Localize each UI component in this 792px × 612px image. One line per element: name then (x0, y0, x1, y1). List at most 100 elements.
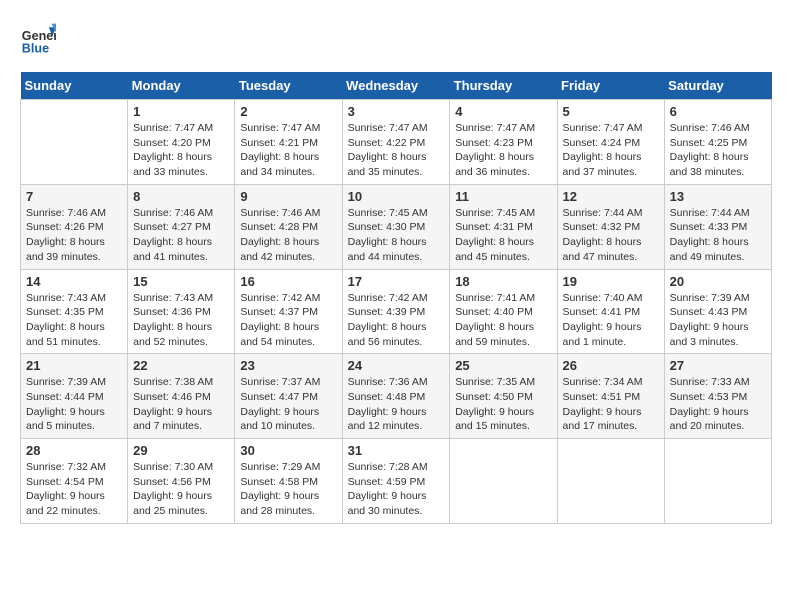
calendar-week-row: 21Sunrise: 7:39 AM Sunset: 4:44 PM Dayli… (21, 354, 772, 439)
day-number: 5 (563, 104, 659, 119)
calendar-cell: 20 Sunrise: 7:39 AM Sunset: 4:43 PM Dayli… (664, 269, 771, 354)
column-header-monday: Monday (128, 72, 235, 100)
day-info: Sunrise: 7:45 AM Sunset: 4:30 PM Dayligh… (348, 206, 445, 265)
day-info: Sunrise: 7:47 AM Sunset: 4:22 PM Dayligh… (348, 121, 445, 180)
day-number: 8 (133, 189, 229, 204)
logo-icon: General Blue (20, 20, 56, 56)
calendar-cell: 24 Sunrise: 7:36 AM Sunset: 4:48 PM Dayli… (342, 354, 450, 439)
column-header-tuesday: Tuesday (235, 72, 342, 100)
day-info: Sunrise: 7:37 AM Sunset: 4:47 PM Dayligh… (240, 375, 336, 434)
day-number: 14 (26, 274, 122, 289)
calendar-cell: 15Sunrise: 7:43 AM Sunset: 4:36 PM Dayli… (128, 269, 235, 354)
calendar-cell: 8Sunrise: 7:46 AM Sunset: 4:27 PM Daylig… (128, 184, 235, 269)
calendar-cell: 4Sunrise: 7:47 AM Sunset: 4:23 PM Daylig… (450, 100, 557, 185)
day-number: 29 (133, 443, 229, 458)
calendar-cell: 19Sunrise: 7:40 AM Sunset: 4:41 PM Dayli… (557, 269, 664, 354)
day-info: Sunrise: 7:46 AM Sunset: 4:26 PM Dayligh… (26, 206, 122, 265)
calendar-cell (450, 439, 557, 524)
calendar-cell: 23 Sunrise: 7:37 AM Sunset: 4:47 PM Dayli… (235, 354, 342, 439)
calendar-cell: 6Sunrise: 7:46 AM Sunset: 4:25 PM Daylig… (664, 100, 771, 185)
calendar-cell: 11Sunrise: 7:45 AM Sunset: 4:31 PM Dayli… (450, 184, 557, 269)
day-info: Sunrise: 7:44 AM Sunset: 4:33 PM Dayligh… (670, 206, 766, 265)
day-info: Sunrise: 7:39 AM Sunset: 4:44 PM Dayligh… (26, 375, 122, 434)
calendar-cell (557, 439, 664, 524)
column-header-sunday: Sunday (21, 72, 128, 100)
day-info: Sunrise: 7:33 AM Sunset: 4:53 PM Dayligh… (670, 375, 766, 434)
day-info: Sunrise: 7:30 AM Sunset: 4:56 PM Dayligh… (133, 460, 229, 519)
column-header-saturday: Saturday (664, 72, 771, 100)
calendar-cell: 28 Sunrise: 7:32 AM Sunset: 4:54 PM Dayli… (21, 439, 128, 524)
day-number: 11 (455, 189, 551, 204)
calendar-cell: 5 Sunrise: 7:47 AM Sunset: 4:24 PM Daylig… (557, 100, 664, 185)
calendar-cell: 1 Sunrise: 7:47 AM Sunset: 4:20 PM Daylig… (128, 100, 235, 185)
day-number: 28 (26, 443, 122, 458)
calendar-cell (664, 439, 771, 524)
calendar-cell: 17 Sunrise: 7:42 AM Sunset: 4:39 PM Dayli… (342, 269, 450, 354)
day-info: Sunrise: 7:38 AM Sunset: 4:46 PM Dayligh… (133, 375, 229, 434)
calendar-week-row: 1 Sunrise: 7:47 AM Sunset: 4:20 PM Daylig… (21, 100, 772, 185)
day-number: 1 (133, 104, 229, 119)
day-info: Sunrise: 7:46 AM Sunset: 4:28 PM Dayligh… (240, 206, 336, 265)
day-info: Sunrise: 7:42 AM Sunset: 4:37 PM Dayligh… (240, 291, 336, 350)
day-number: 16 (240, 274, 336, 289)
day-number: 17 (348, 274, 445, 289)
column-header-thursday: Thursday (450, 72, 557, 100)
day-info: Sunrise: 7:39 AM Sunset: 4:43 PM Dayligh… (670, 291, 766, 350)
calendar-cell: 14 Sunrise: 7:43 AM Sunset: 4:35 PM Dayli… (21, 269, 128, 354)
calendar-cell: 9 Sunrise: 7:46 AM Sunset: 4:28 PM Daylig… (235, 184, 342, 269)
day-info: Sunrise: 7:44 AM Sunset: 4:32 PM Dayligh… (563, 206, 659, 265)
day-number: 20 (670, 274, 766, 289)
calendar-cell: 25Sunrise: 7:35 AM Sunset: 4:50 PM Dayli… (450, 354, 557, 439)
calendar-cell: 27Sunrise: 7:33 AM Sunset: 4:53 PM Dayli… (664, 354, 771, 439)
calendar-header-row: SundayMondayTuesdayWednesdayThursdayFrid… (21, 72, 772, 100)
day-info: Sunrise: 7:36 AM Sunset: 4:48 PM Dayligh… (348, 375, 445, 434)
day-number: 3 (348, 104, 445, 119)
day-number: 7 (26, 189, 122, 204)
day-number: 12 (563, 189, 659, 204)
calendar-cell (21, 100, 128, 185)
day-number: 30 (240, 443, 336, 458)
day-number: 10 (348, 189, 445, 204)
calendar-cell: 2 Sunrise: 7:47 AM Sunset: 4:21 PM Daylig… (235, 100, 342, 185)
day-number: 25 (455, 358, 551, 373)
svg-text:Blue: Blue (22, 41, 49, 55)
day-number: 22 (133, 358, 229, 373)
day-info: Sunrise: 7:46 AM Sunset: 4:25 PM Dayligh… (670, 121, 766, 180)
day-number: 2 (240, 104, 336, 119)
day-number: 23 (240, 358, 336, 373)
day-number: 9 (240, 189, 336, 204)
day-info: Sunrise: 7:41 AM Sunset: 4:40 PM Dayligh… (455, 291, 551, 350)
day-number: 26 (563, 358, 659, 373)
calendar-week-row: 14 Sunrise: 7:43 AM Sunset: 4:35 PM Dayli… (21, 269, 772, 354)
calendar-cell: 13 Sunrise: 7:44 AM Sunset: 4:33 PM Dayli… (664, 184, 771, 269)
day-info: Sunrise: 7:28 AM Sunset: 4:59 PM Dayligh… (348, 460, 445, 519)
day-info: Sunrise: 7:43 AM Sunset: 4:36 PM Dayligh… (133, 291, 229, 350)
calendar-table: SundayMondayTuesdayWednesdayThursdayFrid… (20, 72, 772, 524)
calendar-cell: 10 Sunrise: 7:45 AM Sunset: 4:30 PM Dayli… (342, 184, 450, 269)
day-info: Sunrise: 7:47 AM Sunset: 4:21 PM Dayligh… (240, 121, 336, 180)
calendar-cell: 12 Sunrise: 7:44 AM Sunset: 4:32 PM Dayli… (557, 184, 664, 269)
day-info: Sunrise: 7:40 AM Sunset: 4:41 PM Dayligh… (563, 291, 659, 350)
day-number: 24 (348, 358, 445, 373)
day-number: 13 (670, 189, 766, 204)
calendar-cell: 29 Sunrise: 7:30 AM Sunset: 4:56 PM Dayli… (128, 439, 235, 524)
day-info: Sunrise: 7:47 AM Sunset: 4:24 PM Dayligh… (563, 121, 659, 180)
day-info: Sunrise: 7:47 AM Sunset: 4:20 PM Dayligh… (133, 121, 229, 180)
day-info: Sunrise: 7:42 AM Sunset: 4:39 PM Dayligh… (348, 291, 445, 350)
day-info: Sunrise: 7:47 AM Sunset: 4:23 PM Dayligh… (455, 121, 551, 180)
calendar-cell: 21Sunrise: 7:39 AM Sunset: 4:44 PM Dayli… (21, 354, 128, 439)
calendar-cell: 7 Sunrise: 7:46 AM Sunset: 4:26 PM Daylig… (21, 184, 128, 269)
calendar-week-row: 7 Sunrise: 7:46 AM Sunset: 4:26 PM Daylig… (21, 184, 772, 269)
page-header: General Blue (20, 20, 772, 56)
calendar-cell: 18 Sunrise: 7:41 AM Sunset: 4:40 PM Dayli… (450, 269, 557, 354)
calendar-cell: 3 Sunrise: 7:47 AM Sunset: 4:22 PM Daylig… (342, 100, 450, 185)
column-header-friday: Friday (557, 72, 664, 100)
calendar-cell: 16 Sunrise: 7:42 AM Sunset: 4:37 PM Dayli… (235, 269, 342, 354)
logo: General Blue (20, 20, 60, 56)
calendar-cell: 26 Sunrise: 7:34 AM Sunset: 4:51 PM Dayli… (557, 354, 664, 439)
day-number: 31 (348, 443, 445, 458)
day-info: Sunrise: 7:32 AM Sunset: 4:54 PM Dayligh… (26, 460, 122, 519)
day-info: Sunrise: 7:34 AM Sunset: 4:51 PM Dayligh… (563, 375, 659, 434)
day-number: 18 (455, 274, 551, 289)
day-info: Sunrise: 7:43 AM Sunset: 4:35 PM Dayligh… (26, 291, 122, 350)
